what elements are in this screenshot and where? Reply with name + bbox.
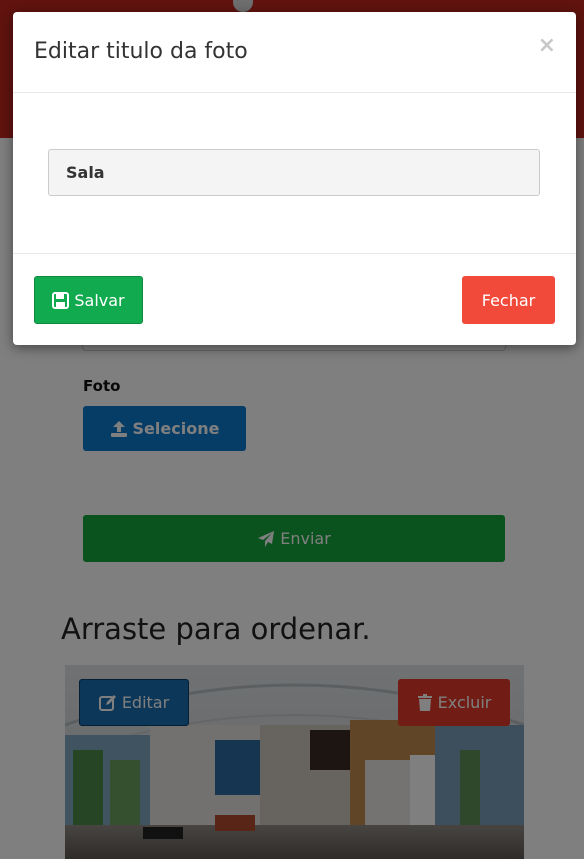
modal-header: Editar titulo da foto × [13, 12, 576, 93]
modal-body [13, 92, 576, 254]
modal-title: Editar titulo da foto [34, 39, 248, 64]
photo-title-input[interactable] [48, 149, 540, 196]
save-button[interactable]: Salvar [34, 276, 143, 324]
modal-footer: Salvar Fechar [13, 254, 576, 345]
close-button[interactable]: Fechar [462, 276, 555, 324]
close-label: Fechar [481, 290, 536, 310]
save-label: Salvar [74, 290, 125, 310]
floppy-disk-icon [52, 291, 70, 309]
edit-title-modal: Editar titulo da foto × Salvar Fechar [13, 12, 576, 345]
close-icon[interactable]: × [538, 33, 556, 58]
